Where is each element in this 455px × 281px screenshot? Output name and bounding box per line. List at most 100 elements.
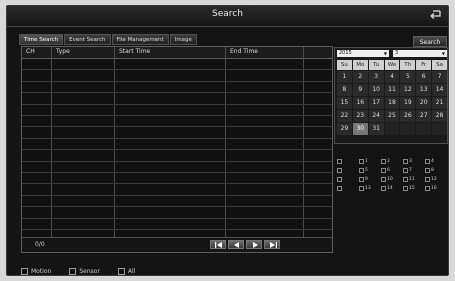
calendar-day[interactable]: 28 [432, 110, 447, 122]
channel-checkbox[interactable] [425, 159, 430, 164]
table-row[interactable] [22, 229, 332, 230]
channel-option[interactable]: 1 [359, 158, 381, 165]
channel-option[interactable] [337, 185, 359, 192]
channel-checkbox[interactable] [359, 177, 364, 182]
calendar-day[interactable]: 11 [384, 84, 400, 96]
channel-option[interactable] [337, 158, 359, 165]
channel-checkbox[interactable] [359, 168, 364, 173]
channel-option[interactable] [337, 176, 359, 183]
calendar-day[interactable]: 13 [416, 84, 432, 96]
calendar-day[interactable]: 14 [432, 84, 447, 96]
channel-option[interactable]: 4 [425, 158, 447, 165]
channel-checkbox[interactable] [337, 186, 342, 191]
table-row[interactable] [22, 194, 332, 196]
calendar-day[interactable]: 12 [400, 84, 416, 96]
calendar-day[interactable]: 10 [368, 84, 384, 96]
first-page-button[interactable] [210, 240, 226, 249]
calendar-day[interactable]: 31 [368, 123, 384, 135]
calendar-day[interactable]: 25 [384, 110, 400, 122]
motion-checkbox[interactable] [21, 268, 28, 275]
tab-event-search[interactable]: Event Search [64, 34, 111, 45]
channel-checkbox[interactable] [359, 159, 364, 164]
calendar-day[interactable]: 26 [400, 110, 416, 122]
calendar-day[interactable]: 8 [337, 84, 352, 96]
table-row[interactable] [22, 80, 332, 82]
last-page-button[interactable] [264, 240, 280, 249]
channel-checkbox[interactable] [403, 177, 408, 182]
calendar-day[interactable]: 30 [352, 123, 368, 135]
tab-time-search[interactable]: Time Search [19, 34, 64, 45]
channel-option[interactable]: 7 [403, 167, 425, 174]
motion-filter[interactable]: Motion [21, 268, 51, 275]
channel-option[interactable]: 14 [381, 185, 403, 192]
calendar-day[interactable]: 16 [352, 97, 368, 109]
month-select[interactable]: 3 ▼ [393, 50, 447, 57]
table-row[interactable] [22, 217, 332, 219]
calendar-day[interactable]: 20 [416, 97, 432, 109]
channel-checkbox[interactable] [337, 159, 342, 164]
channel-checkbox[interactable] [337, 168, 342, 173]
channel-checkbox[interactable] [403, 159, 408, 164]
calendar-day[interactable]: 7 [432, 71, 447, 83]
calendar-day[interactable]: 6 [416, 71, 432, 83]
calendar-day[interactable]: 2 [352, 71, 368, 83]
calendar-day[interactable]: 22 [337, 110, 352, 122]
table-row[interactable] [22, 149, 332, 151]
table-row[interactable] [22, 160, 332, 162]
table-row[interactable] [22, 69, 332, 71]
calendar-day[interactable]: 1 [337, 71, 352, 83]
sensor-filter[interactable]: Sensor [69, 268, 100, 275]
year-select[interactable]: 2015 ▼ [337, 50, 389, 57]
channel-checkbox[interactable] [381, 159, 386, 164]
sensor-checkbox[interactable] [69, 268, 77, 275]
channel-option[interactable]: 16 [425, 185, 447, 192]
table-row[interactable] [22, 183, 332, 185]
tab-image[interactable]: Image [169, 34, 197, 45]
channel-option[interactable]: 11 [403, 176, 425, 183]
tab-file-management[interactable]: File Management [111, 34, 169, 45]
channel-option[interactable]: 6 [381, 167, 403, 174]
calendar-day[interactable]: 19 [400, 97, 416, 109]
next-page-button[interactable] [246, 240, 262, 249]
calendar-day[interactable]: 23 [352, 110, 368, 122]
channel-option[interactable]: 3 [403, 158, 425, 165]
back-icon[interactable] [428, 9, 442, 21]
table-row[interactable] [22, 206, 332, 208]
calendar-day[interactable]: 4 [384, 71, 400, 83]
channel-checkbox[interactable] [381, 168, 386, 173]
channel-option[interactable] [337, 167, 359, 174]
calendar-day[interactable]: 17 [368, 97, 384, 109]
channel-checkbox[interactable] [337, 177, 342, 182]
prev-page-button[interactable] [228, 240, 244, 249]
channel-option[interactable]: 8 [425, 167, 447, 174]
all-filter[interactable]: All [117, 268, 135, 275]
channel-checkbox[interactable] [359, 186, 364, 191]
calendar-day[interactable]: 29 [337, 123, 352, 135]
channel-option[interactable]: 2 [381, 158, 403, 165]
table-row[interactable] [22, 92, 332, 94]
table-row[interactable] [22, 172, 332, 173]
channel-option[interactable]: 15 [403, 185, 425, 192]
channel-option[interactable]: 9 [359, 176, 381, 183]
calendar-day[interactable]: 3 [368, 71, 384, 83]
all-checkbox[interactable] [117, 268, 125, 275]
channel-option[interactable]: 12 [425, 176, 447, 183]
search-button[interactable]: Search [413, 36, 447, 47]
table-row[interactable] [22, 126, 332, 128]
table-row[interactable] [22, 115, 332, 116]
channel-checkbox[interactable] [425, 186, 430, 191]
calendar-day[interactable]: 18 [384, 97, 400, 109]
calendar-day[interactable]: 21 [432, 97, 447, 109]
calendar-day[interactable]: 5 [400, 71, 416, 83]
calendar-day[interactable]: 15 [337, 97, 352, 109]
calendar-day[interactable]: 27 [416, 110, 432, 122]
channel-checkbox[interactable] [403, 168, 408, 173]
channel-option[interactable]: 13 [359, 185, 381, 192]
channel-checkbox[interactable] [381, 177, 386, 182]
channel-option[interactable]: 5 [359, 167, 381, 174]
table-row[interactable] [22, 137, 332, 139]
calendar-day[interactable]: 9 [352, 84, 368, 96]
channel-checkbox[interactable] [425, 168, 430, 173]
channel-option[interactable]: 10 [381, 176, 403, 183]
table-row[interactable] [22, 103, 332, 105]
